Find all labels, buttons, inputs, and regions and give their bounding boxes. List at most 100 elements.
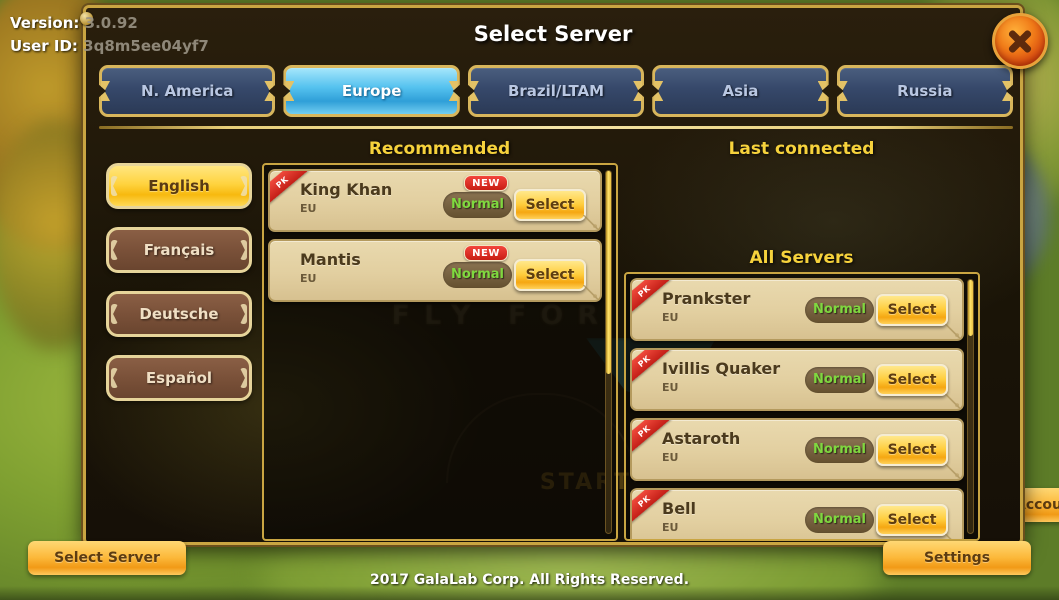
- server-card-ivillis-quaker[interactable]: PK Ivillis Quaker EU Normal Select: [630, 348, 964, 411]
- card-corner-ornament-icon: [945, 324, 960, 338]
- tab-notch-right-icon: [633, 81, 643, 101]
- version-line: Version: 3.0.92: [10, 12, 209, 35]
- card-corner-ornament-icon: [945, 534, 960, 539]
- server-card-text: Mantis EU: [300, 250, 361, 285]
- server-card-prankster[interactable]: PK Prankster EU Normal Select: [630, 278, 964, 341]
- select-button[interactable]: Select: [876, 503, 948, 536]
- server-name: Prankster: [662, 289, 751, 308]
- section-header-all-servers: All Servers: [749, 248, 854, 268]
- tab-brazil-ltam[interactable]: Brazil/LTAM: [467, 65, 645, 117]
- language-button-deutsche[interactable]: Deutsche: [106, 291, 252, 337]
- tab-notch-left-icon: [838, 81, 848, 101]
- scrollbar-thumb[interactable]: [968, 280, 973, 336]
- tab-asia[interactable]: Asia: [652, 65, 829, 117]
- language-button-label: English: [148, 177, 210, 195]
- tab-notch-left-icon: [285, 81, 295, 101]
- select-button[interactable]: Select: [876, 433, 948, 466]
- all-servers-scrollbar[interactable]: [967, 279, 974, 534]
- language-button-label: Español: [145, 369, 213, 387]
- server-card-text: Bell EU: [662, 499, 696, 534]
- select-server-button[interactable]: Select Server: [28, 541, 186, 575]
- server-card-text: King Khan EU: [300, 180, 392, 215]
- button-cap-left-icon: [111, 304, 118, 324]
- page-title: Select Server: [473, 22, 633, 46]
- language-button-english[interactable]: English: [106, 163, 252, 209]
- tab-russia[interactable]: Russia: [836, 65, 1014, 117]
- status-badge: Normal: [443, 261, 512, 288]
- tab-europe[interactable]: Europe: [283, 65, 460, 117]
- section-header-last-connected: Last connected: [728, 139, 875, 159]
- status-badge: Normal: [805, 506, 874, 533]
- server-name: King Khan: [300, 180, 393, 199]
- button-cap-right-icon: [240, 368, 247, 388]
- server-region: EU: [662, 521, 679, 534]
- language-button-francais[interactable]: Français: [106, 227, 252, 273]
- game-screen: Version: 3.0.92 User ID: 3q8m5ee04yf7 Ac…: [0, 0, 1059, 600]
- status-badge: Normal: [805, 366, 874, 393]
- tab-label: Europe: [341, 82, 402, 100]
- server-name: Mantis: [300, 250, 361, 269]
- server-region: EU: [662, 311, 679, 324]
- version-value: 3.0.92: [84, 14, 138, 32]
- server-card-king-khan[interactable]: PK King Khan EU NEW Normal Select: [268, 169, 602, 232]
- tab-label: N. America: [140, 82, 234, 100]
- settings-button[interactable]: Settings: [883, 541, 1031, 575]
- tab-notch-right-icon: [1002, 81, 1012, 101]
- recommended-list: PK King Khan EU NEW Normal Select Mantis…: [264, 165, 616, 539]
- button-cap-right-icon: [240, 240, 247, 260]
- server-card-bell[interactable]: PK Bell EU Normal Select: [630, 488, 964, 539]
- select-button[interactable]: Select: [876, 363, 948, 396]
- status-badge: Normal: [443, 191, 512, 218]
- language-selector: English Français Deutsche Español: [106, 163, 252, 401]
- all-servers-panel: PK Prankster EU Normal Select PK Ivillis…: [624, 272, 980, 541]
- close-icon[interactable]: [992, 13, 1048, 69]
- button-cap-right-icon: [240, 304, 247, 324]
- server-name: Astaroth: [662, 429, 741, 448]
- userid-label: User ID:: [10, 37, 78, 55]
- server-region: EU: [662, 381, 679, 394]
- select-button[interactable]: Select: [514, 188, 586, 221]
- recommended-scrollbar[interactable]: [605, 170, 612, 534]
- server-name: Bell: [662, 499, 697, 518]
- tab-notch-left-icon: [654, 81, 664, 101]
- tab-notch-left-icon: [101, 81, 110, 101]
- button-cap-left-icon: [111, 368, 118, 388]
- card-corner-ornament-icon: [945, 464, 960, 478]
- tab-n-america[interactable]: N. America: [99, 65, 276, 117]
- select-server-dialog: FLY FOR FUN START Select Server N. Ameri…: [80, 5, 1048, 545]
- button-cap-right-icon: [240, 176, 247, 196]
- new-badge: NEW: [464, 175, 508, 191]
- language-button-label: Français: [143, 241, 215, 259]
- language-button-label: Deutsche: [139, 305, 219, 323]
- server-region: EU: [300, 202, 317, 215]
- tab-label: Russia: [897, 82, 953, 100]
- client-info: Version: 3.0.92 User ID: 3q8m5ee04yf7: [10, 12, 209, 58]
- tab-label: Asia: [722, 82, 759, 100]
- tab-notch-right-icon: [264, 81, 274, 101]
- region-tab-bar: N. America Europe Brazil/LTAM Asia Russi: [99, 65, 1014, 117]
- section-header-recommended: Recommended: [368, 139, 511, 159]
- version-label: Version:: [10, 14, 80, 32]
- tab-label: Brazil/LTAM: [507, 82, 605, 100]
- card-corner-ornament-icon: [583, 215, 598, 229]
- bottom-vignette: [0, 586, 1059, 600]
- tab-notch-right-icon: [817, 81, 827, 101]
- all-servers-list: PK Prankster EU Normal Select PK Ivillis…: [626, 274, 978, 539]
- server-card-astaroth[interactable]: PK Astaroth EU Normal Select: [630, 418, 964, 481]
- server-card-text: Ivillis Quaker EU: [662, 359, 780, 394]
- select-button[interactable]: Select: [514, 258, 586, 291]
- server-card-text: Prankster EU: [662, 289, 750, 324]
- scrollbar-thumb[interactable]: [606, 171, 611, 374]
- language-button-espanol[interactable]: Español: [106, 355, 252, 401]
- server-region: EU: [662, 451, 679, 464]
- status-badge: Normal: [805, 436, 874, 463]
- tab-notch-left-icon: [469, 81, 479, 101]
- server-card-mantis[interactable]: Mantis EU NEW Normal Select: [268, 239, 602, 302]
- card-corner-ornament-icon: [945, 394, 960, 408]
- button-cap-left-icon: [111, 240, 118, 260]
- select-button[interactable]: Select: [876, 293, 948, 326]
- button-cap-left-icon: [111, 176, 118, 196]
- copyright-text: 2017 GalaLab Corp. All Rights Reserved.: [369, 572, 690, 588]
- server-name: Ivillis Quaker: [662, 359, 781, 378]
- userid-line: User ID: 3q8m5ee04yf7: [10, 35, 209, 58]
